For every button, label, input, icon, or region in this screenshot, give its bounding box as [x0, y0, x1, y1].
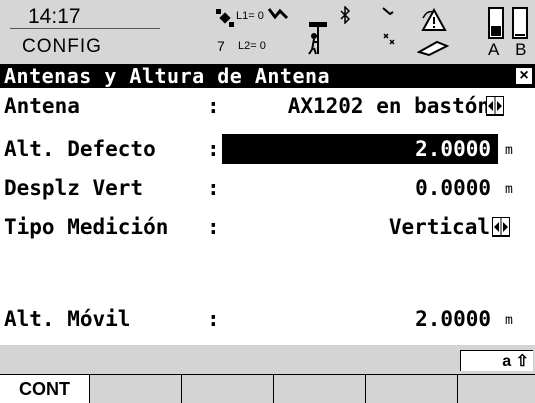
status-icons: L1= 0 7 L2= 0 A B — [205, 0, 535, 64]
radio-icon — [382, 7, 395, 45]
battery-labels: A B — [488, 40, 533, 59]
memory-card-icon — [417, 40, 449, 56]
antenna-icon — [308, 22, 327, 55]
field-label: Alt. Móvil — [4, 307, 131, 331]
input-mode-bar: a ⇧ — [0, 345, 535, 371]
field-alt-movil: Alt. Móvil : 2.0000 m — [0, 304, 535, 334]
field-label: Tipo Medición — [4, 215, 169, 239]
tracking-icon — [267, 8, 289, 20]
l1-count: L1= 0 — [236, 10, 264, 22]
warning-icon — [421, 8, 447, 31]
page-title: Antenas y Altura de Antena — [4, 64, 331, 88]
unit-label: m — [505, 182, 513, 197]
mode-indicator: CONFIG — [22, 36, 102, 57]
field-label: Desplz Vert — [4, 176, 144, 200]
f3-button[interactable] — [181, 374, 273, 403]
l2-count: L2= 0 — [238, 40, 266, 52]
field-antena: Antena : AX1202 en bastón — [0, 91, 535, 121]
field-alt-defecto: Alt. Defecto : 2.0000 m — [0, 134, 535, 164]
field-tipo-medicion: Tipo Medición : Vertical — [0, 212, 535, 242]
field-label: Antena — [4, 94, 80, 118]
rover-height-value: 2.0000 — [415, 307, 491, 331]
satellite-count: 7 — [217, 38, 225, 54]
unit-label: m — [505, 143, 513, 158]
f2-button[interactable] — [89, 374, 181, 403]
spinner-arrows-icon[interactable] — [486, 96, 504, 116]
satellite-icon — [216, 9, 234, 27]
f6-button[interactable] — [457, 374, 535, 403]
title-bar: Antenas y Altura de Antena × — [0, 64, 535, 88]
field-label: Alt. Defecto — [4, 137, 156, 161]
vertical-offset-input[interactable]: 0.0000 — [415, 173, 491, 203]
antenna-select[interactable]: AX1202 en bastón — [288, 91, 490, 121]
f1-cont-button[interactable]: CONT — [0, 374, 89, 403]
spinner-arrows-icon[interactable] — [492, 217, 510, 237]
bluetooth-icon — [340, 6, 351, 24]
clock: 14:17 — [10, 6, 160, 29]
measurement-type-select[interactable]: Vertical — [389, 212, 490, 242]
input-mode-indicator: a ⇧ — [460, 350, 533, 371]
f5-button[interactable] — [365, 374, 457, 403]
f4-button[interactable] — [273, 374, 365, 403]
default-height-value: 2.0000 — [415, 137, 491, 161]
close-button[interactable]: × — [516, 68, 532, 84]
unit-label: m — [505, 313, 513, 328]
field-desplz-vert: Desplz Vert : 0.0000 m — [0, 173, 535, 203]
status-bar: 14:17 CONFIG L1= 0 7 L2= 0 A B — [0, 0, 535, 64]
function-key-bar: CONT — [0, 371, 535, 403]
